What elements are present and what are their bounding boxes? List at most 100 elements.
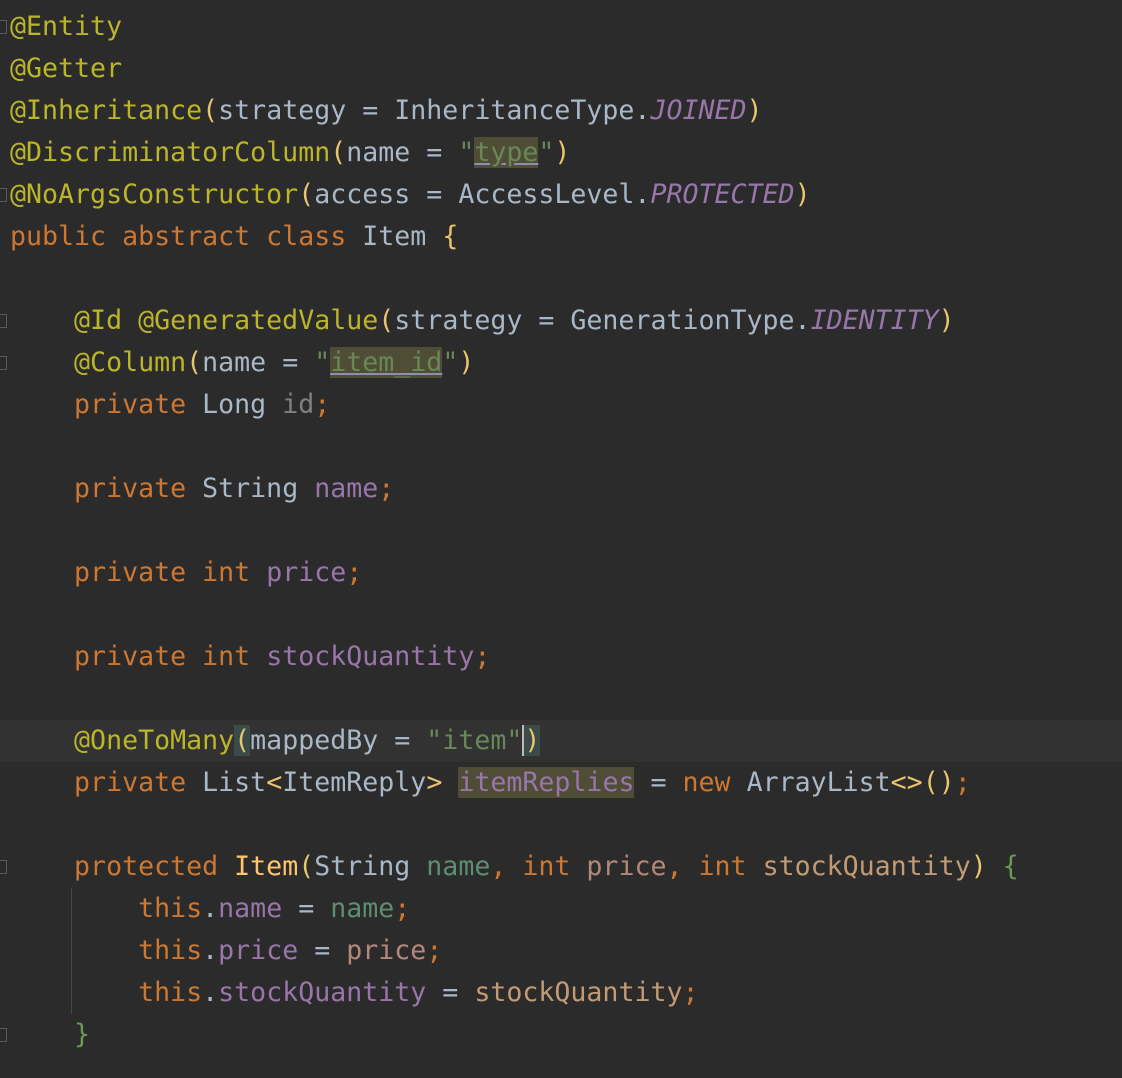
- code-line[interactable]: protected Item(String name, int price, i…: [0, 846, 1122, 888]
- fold-icon[interactable]: [0, 356, 7, 370]
- fold-icon[interactable]: [0, 314, 7, 328]
- code-token: (: [330, 137, 347, 168]
- code-token: ArrayList: [746, 767, 891, 798]
- code-token: (: [378, 305, 395, 336]
- code-token: private: [74, 473, 203, 504]
- code-token: ;: [346, 557, 363, 588]
- code-token: ): [554, 137, 571, 168]
- code-token: stockQuantity: [218, 977, 427, 1008]
- code-line[interactable]: private int stockQuantity;: [0, 636, 1122, 678]
- code-token: price: [586, 851, 667, 882]
- code-token: @NoArgsConstructor: [10, 179, 299, 210]
- code-line-text: @Inheritance(strategy = InheritanceType.…: [10, 90, 763, 132]
- code-token: @Entity: [10, 11, 123, 42]
- code-line[interactable]: [0, 678, 1122, 720]
- code-token: ,: [490, 851, 523, 882]
- code-token: (: [202, 95, 219, 126]
- code-line-text: private int stockQuantity;: [10, 636, 490, 678]
- code-token: this: [138, 977, 203, 1008]
- code-line[interactable]: @DiscriminatorColumn(name = "type"): [0, 132, 1122, 174]
- code-token: JOINED: [650, 95, 747, 126]
- code-token: ;: [394, 893, 411, 924]
- code-token: new: [682, 767, 747, 798]
- code-line[interactable]: private Long id;: [0, 384, 1122, 426]
- code-line[interactable]: this.stockQuantity = stockQuantity;: [0, 972, 1122, 1014]
- code-line[interactable]: private List<ItemReply> itemReplies = ne…: [0, 762, 1122, 804]
- code-token: ): [458, 347, 475, 378]
- code-token: String: [314, 851, 427, 882]
- code-token: @Id @GeneratedValue: [74, 305, 379, 336]
- code-line-text: @Getter: [10, 48, 122, 90]
- code-token: {: [442, 221, 459, 252]
- code-line[interactable]: this.name = name;: [0, 888, 1122, 930]
- code-token: protected: [74, 851, 235, 882]
- code-token: strategy = GenerationType.: [394, 305, 811, 336]
- code-token: private int: [74, 557, 267, 588]
- fold-icon[interactable]: [0, 1028, 7, 1042]
- code-token: strategy = InheritanceType.: [218, 95, 651, 126]
- code-line[interactable]: public abstract class Item {: [0, 216, 1122, 258]
- code-token: =: [282, 893, 331, 924]
- code-token: price: [266, 557, 347, 588]
- code-token: =: [298, 935, 347, 966]
- code-token: @Getter: [10, 53, 123, 84]
- code-token: (: [234, 725, 251, 756]
- code-token: <: [266, 767, 283, 798]
- fold-icon[interactable]: [0, 188, 7, 202]
- code-line[interactable]: @Getter: [0, 48, 1122, 90]
- code-line-text: @NoArgsConstructor(access = AccessLevel.…: [10, 174, 811, 216]
- code-token: ;: [314, 389, 331, 420]
- code-token: ): [522, 725, 541, 756]
- code-line[interactable]: @Entity: [0, 6, 1122, 48]
- code-line[interactable]: [0, 594, 1122, 636]
- code-token: >: [426, 767, 459, 798]
- code-token: ): [970, 851, 987, 882]
- code-token: Long: [202, 389, 283, 420]
- code-line[interactable]: }: [0, 1014, 1122, 1056]
- code-line[interactable]: [0, 426, 1122, 468]
- code-token: @Inheritance: [10, 95, 203, 126]
- code-line[interactable]: private int price;: [0, 552, 1122, 594]
- code-line[interactable]: @Inheritance(strategy = InheritanceType.…: [0, 90, 1122, 132]
- code-token: {: [1002, 851, 1019, 882]
- code-line-text: @Entity: [10, 6, 122, 48]
- code-token: name: [314, 473, 379, 504]
- code-token: IDENTITY: [810, 305, 939, 336]
- code-line[interactable]: [0, 510, 1122, 552]
- code-token: int: [698, 851, 763, 882]
- code-token: name =: [202, 347, 315, 378]
- code-line[interactable]: this.price = price;: [0, 930, 1122, 972]
- code-line-text: protected Item(String name, int price, i…: [10, 846, 1019, 888]
- code-line[interactable]: @NoArgsConstructor(access = AccessLevel.…: [0, 174, 1122, 216]
- code-line[interactable]: @Id @GeneratedValue(strategy = Generatio…: [0, 300, 1122, 342]
- code-line[interactable]: private String name;: [0, 468, 1122, 510]
- code-token: item_id: [330, 347, 443, 378]
- code-token: =: [634, 767, 683, 798]
- code-line[interactable]: [0, 804, 1122, 846]
- code-line[interactable]: @OneToMany(mappedBy = "item"): [0, 720, 1122, 762]
- code-line-text: @Column(name = "item_id"): [10, 342, 474, 384]
- code-line-text: private String name;: [10, 468, 394, 510]
- fold-icon[interactable]: [0, 20, 7, 34]
- code-line[interactable]: [0, 258, 1122, 300]
- code-token: private: [74, 767, 203, 798]
- code-line-text: @OneToMany(mappedBy = "item"): [10, 720, 541, 762]
- fold-icon[interactable]: [0, 860, 7, 874]
- code-token: .: [202, 893, 219, 924]
- code-line[interactable]: @Column(name = "item_id"): [0, 342, 1122, 384]
- code-token: itemReplies: [458, 767, 635, 798]
- code-token: ): [746, 95, 763, 126]
- code-token: List: [202, 767, 267, 798]
- code-line-text: }: [10, 1014, 90, 1056]
- code-editor[interactable]: @Entity @Getter @Inheritance(strategy = In…: [0, 0, 1122, 1078]
- code-token: ;: [682, 977, 699, 1008]
